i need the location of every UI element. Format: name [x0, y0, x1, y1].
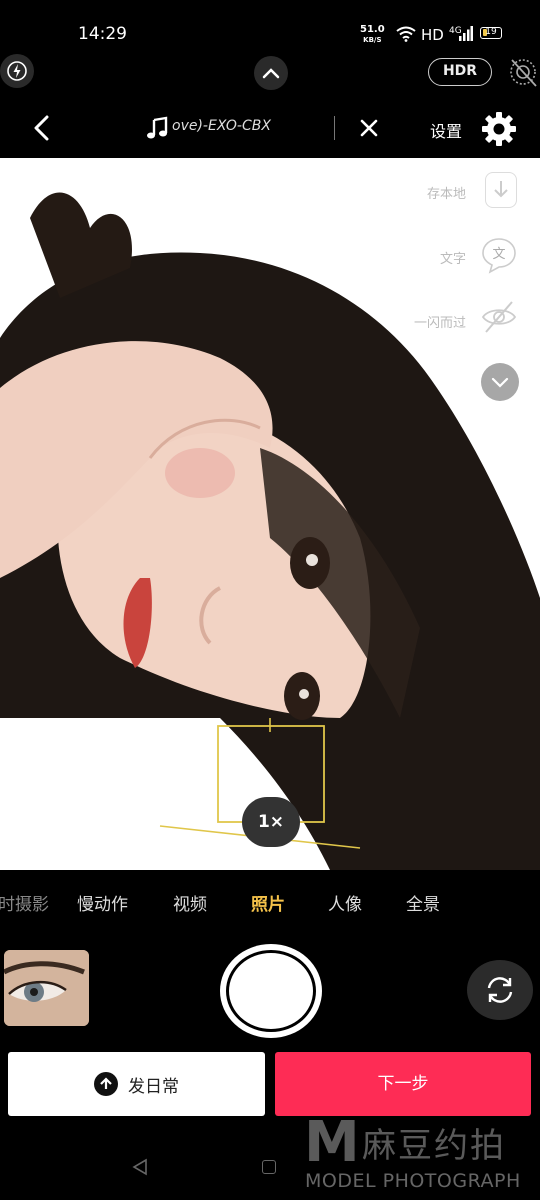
flip-camera-icon — [487, 977, 513, 1003]
arrow-up-icon — [94, 1072, 118, 1096]
flash-by-label: 一闪而过 — [413, 316, 466, 331]
save-local-label: 存本地 — [426, 187, 466, 202]
watermark-chinese: 麻豆约拍 — [362, 1126, 506, 1166]
tab-timelapse[interactable]: 时摄影 — [0, 890, 49, 915]
status-time: 14:29 — [78, 24, 127, 44]
tab-slow-motion[interactable]: 慢动作 — [77, 890, 128, 915]
chevron-up-icon — [262, 68, 280, 79]
tab-portrait[interactable]: 人像 — [328, 890, 362, 915]
gallery-thumbnail[interactable] — [4, 950, 89, 1026]
live-off-icon — [510, 59, 537, 87]
flip-camera-button[interactable] — [467, 960, 533, 1020]
nav-home-icon[interactable] — [262, 1160, 276, 1174]
next-step-button[interactable]: 下一步 — [275, 1052, 531, 1116]
flash-by-button[interactable] — [480, 298, 518, 336]
hdr-button[interactable]: HDR — [428, 58, 492, 86]
settings-label[interactable]: 设置 — [430, 118, 462, 142]
tab-panorama[interactable]: 全景 — [406, 890, 440, 915]
battery-indicator: 19 — [480, 27, 502, 39]
chevron-down-icon — [491, 377, 509, 388]
battery-level: 19 — [485, 27, 497, 37]
back-icon[interactable] — [30, 114, 54, 142]
text-tool-label: 文字 — [439, 252, 466, 267]
post-daily-button[interactable]: 发日常 — [8, 1052, 265, 1116]
hd-indicator: HD — [421, 26, 444, 44]
divider — [334, 116, 335, 140]
save-local-button[interactable] — [485, 172, 517, 208]
flash-button[interactable] — [0, 54, 34, 88]
flash-icon — [7, 61, 27, 81]
collapse-button[interactable] — [254, 56, 288, 90]
shutter-button[interactable] — [226, 950, 316, 1032]
close-icon[interactable] — [358, 117, 380, 139]
wifi-icon — [396, 26, 416, 42]
music-note-icon — [147, 116, 168, 139]
watermark-english: MODEL PHOTOGRAPH — [305, 1170, 521, 1192]
svg-text:文: 文 — [492, 247, 505, 262]
post-daily-label: 发日常 — [128, 1076, 179, 1097]
nav-back-icon[interactable] — [130, 1157, 150, 1177]
selected-song[interactable]: ove)-EXO-CBX — [172, 118, 287, 134]
gear-icon[interactable] — [480, 110, 518, 148]
text-icon: 文 — [482, 238, 516, 274]
gallery-thumbnail-image — [4, 950, 89, 1026]
more-label: 更多 — [439, 377, 466, 392]
network-speed: 51.0 KB/S — [360, 25, 385, 45]
download-icon — [494, 181, 508, 198]
status-bar: 14:29 51.0 KB/S HD 4G 19 — [0, 0, 540, 48]
mode-tabs: 时摄影 慢动作 视频 照片 人像 全景 — [0, 890, 540, 926]
signal-bars-icon — [459, 26, 473, 41]
live-photo-off-button[interactable] — [506, 54, 540, 90]
zoom-button[interactable]: 1× — [242, 797, 300, 847]
eye-off-icon — [481, 301, 517, 333]
network-speed-unit: KB/S — [363, 36, 382, 44]
text-tool-button[interactable]: 文 — [480, 236, 518, 274]
more-button[interactable] — [481, 363, 519, 401]
network-speed-value: 51.0 — [360, 24, 385, 35]
watermark-logo: M — [304, 1110, 360, 1175]
tab-video[interactable]: 视频 — [173, 890, 207, 915]
tab-photo[interactable]: 照片 — [251, 890, 285, 915]
